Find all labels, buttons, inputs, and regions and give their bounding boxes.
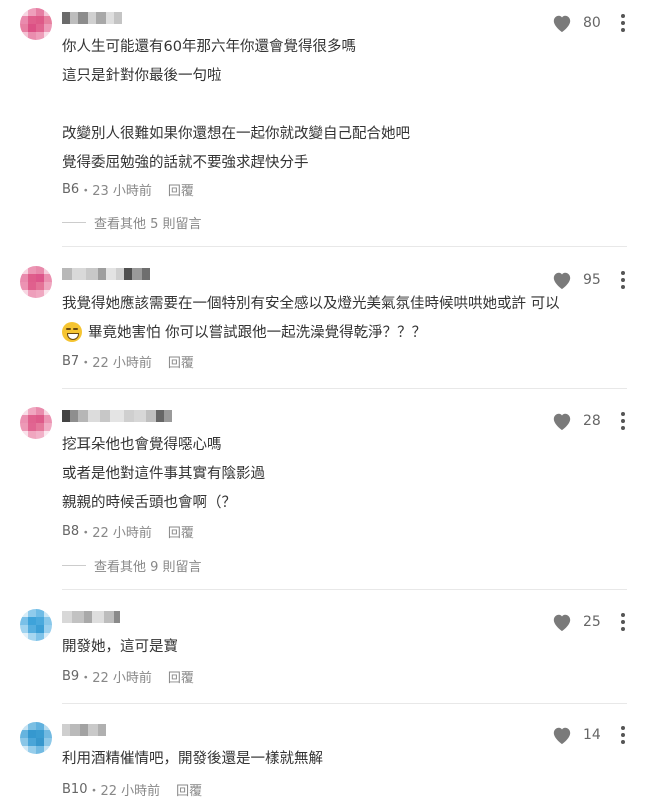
grinning-face-emoji-icon (62, 322, 82, 342)
reply-button[interactable]: 回覆 (176, 780, 202, 799)
heart-icon[interactable] (551, 612, 573, 632)
heart-icon[interactable] (551, 13, 573, 33)
comment-line: 利用酒精催情吧，開發後還是一樣就無解 (62, 751, 323, 767)
like-count: 25 (583, 614, 601, 630)
comment-line: 挖耳朵他也會覺得噁心嗎 (62, 437, 222, 453)
floor-number: B8 (62, 524, 80, 539)
like-count: 14 (583, 727, 601, 743)
comment-line: 覺得委屈勉強的話就不要強求趕快分手 (62, 155, 309, 171)
more-vertical-icon[interactable] (621, 271, 625, 289)
comment-body: 開發她，這可是寶 (62, 633, 625, 662)
reply-button[interactable]: 回覆 (168, 180, 194, 199)
comment-line-with-emoji: 畢竟她害怕 你可以嘗試跟他一起洗澡覺得乾淨？？？ (62, 319, 625, 348)
comment-meta: B9 ・ 22 小時前 回覆 (62, 667, 194, 686)
comment-line: 畢竟她害怕 你可以嘗試跟他一起洗澡覺得乾淨？？？ (88, 325, 427, 341)
like-group: 14 (551, 725, 625, 745)
username-blurred[interactable] (62, 724, 106, 736)
username-blurred[interactable] (62, 268, 150, 280)
meta-separator: ・ (79, 184, 93, 199)
heart-icon[interactable] (551, 270, 573, 290)
timestamp: 23 小時前 (92, 184, 152, 199)
comment-line: 或者是他對這件事其實有陰影過 (62, 466, 265, 482)
like-count: 95 (583, 272, 601, 288)
avatar[interactable] (20, 609, 52, 641)
timestamp: 22 小時前 (92, 356, 152, 371)
floor-number: B9 (62, 669, 80, 684)
comment-body: 你人生可能還有60年那六年你還會覺得很多嗎 這只是針對你最後一句啦 改變別人很難… (62, 33, 625, 178)
timestamp: 22 小時前 (92, 671, 152, 686)
more-vertical-icon[interactable] (621, 412, 625, 430)
like-count: 80 (583, 15, 601, 31)
meta-separator: ・ (79, 356, 93, 371)
comment-divider (62, 388, 627, 389)
view-more-replies-label: 查看其他 9 則留言 (94, 560, 202, 575)
meta-separator: ・ (79, 526, 93, 541)
heart-icon[interactable] (551, 725, 573, 745)
comment-divider (62, 703, 627, 704)
meta-separator: ・ (79, 671, 93, 686)
comment-meta: B7 ・ 22 小時前 回覆 (62, 352, 194, 371)
comment-line: 開發她，這可是寶 (62, 639, 178, 655)
reply-button[interactable]: 回覆 (168, 667, 194, 686)
like-count: 28 (583, 413, 601, 429)
heart-icon[interactable] (551, 411, 573, 431)
comment-body: 我覺得她應該需要在一個特別有安全感以及燈光美氣氛佳時候哄哄她或許 可以 畢竟她害… (62, 290, 625, 348)
floor-number: B6 (62, 182, 80, 197)
view-more-replies[interactable]: 查看其他 9 則留言 (62, 556, 202, 575)
comment-line: 我覺得她應該需要在一個特別有安全感以及燈光美氣氛佳時候哄哄她或許 可以 (62, 296, 560, 312)
comment-body: 挖耳朵他也會覺得噁心嗎 或者是他對這件事其實有陰影過 親親的時候舌頭也會啊（？ (62, 431, 625, 518)
comment-line: 改變別人很難如果你還想在一起你就改變自己配合她吧 (62, 126, 410, 142)
comment-meta: B8 ・ 22 小時前 回覆 (62, 522, 194, 541)
like-group: 25 (551, 612, 625, 632)
avatar[interactable] (20, 266, 52, 298)
more-vertical-icon[interactable] (621, 726, 625, 744)
comment-meta: B6 ・ 23 小時前 回覆 (62, 180, 194, 199)
reply-button[interactable]: 回覆 (168, 352, 194, 371)
floor-number: B7 (62, 354, 80, 369)
comment-blank-line (62, 91, 625, 120)
comment-line: 你人生可能還有60年那六年你還會覺得很多嗎 (62, 39, 356, 55)
comment-divider (62, 246, 627, 247)
avatar[interactable] (20, 722, 52, 754)
view-more-replies-label: 查看其他 5 則留言 (94, 217, 202, 232)
username-blurred[interactable] (62, 12, 122, 24)
avatar[interactable] (20, 8, 52, 40)
like-group: 28 (551, 411, 625, 431)
username-blurred[interactable] (62, 611, 120, 623)
comment-body: 利用酒精催情吧，開發後還是一樣就無解 (62, 745, 625, 774)
like-group: 95 (551, 270, 625, 290)
divider-dash (62, 565, 86, 566)
username-blurred[interactable] (62, 410, 172, 422)
comment-line: 親親的時候舌頭也會啊（？ (62, 495, 236, 511)
timestamp: 22 小時前 (92, 526, 152, 541)
view-more-replies[interactable]: 查看其他 5 則留言 (62, 213, 202, 232)
more-vertical-icon[interactable] (621, 613, 625, 631)
divider-dash (62, 222, 86, 223)
meta-separator: ・ (87, 784, 101, 799)
timestamp: 22 小時前 (100, 784, 161, 799)
like-group: 80 (551, 13, 625, 33)
comment-divider (62, 589, 627, 590)
avatar[interactable] (20, 407, 52, 439)
more-vertical-icon[interactable] (621, 14, 625, 32)
comment-line: 這只是針對你最後一句啦 (62, 68, 222, 84)
floor-number: B10 (62, 782, 88, 797)
reply-button[interactable]: 回覆 (168, 522, 194, 541)
comment-meta: B10 ・ 22 小時前 回覆 (62, 780, 202, 799)
